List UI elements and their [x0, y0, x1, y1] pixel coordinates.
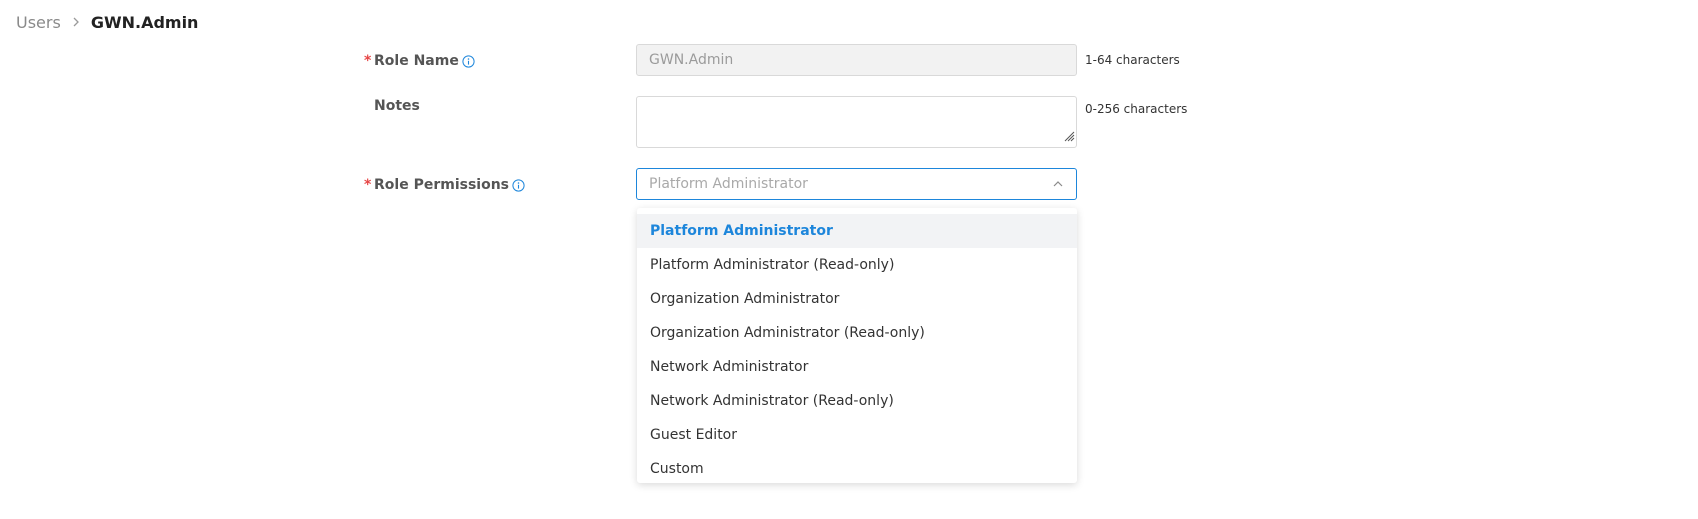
role-name-label: * Role Name: [364, 50, 475, 72]
role-permissions-label-text: Role Permissions: [374, 177, 509, 193]
role-name-hint: 1-64 characters: [1085, 53, 1180, 67]
resize-handle-icon[interactable]: [1063, 130, 1075, 146]
notes-label-text: Notes: [374, 98, 420, 114]
breadcrumb: Users GWN.Admin: [16, 11, 198, 33]
notes-textarea[interactable]: [636, 96, 1077, 148]
option-platform-administrator[interactable]: Platform Administrator: [637, 214, 1077, 248]
required-mark: *: [364, 53, 372, 69]
chevron-up-icon: [1052, 180, 1064, 188]
role-permissions-label: * Role Permissions: [364, 174, 525, 196]
notes-label: Notes: [374, 95, 420, 117]
info-icon[interactable]: [512, 178, 525, 192]
option-network-administrator[interactable]: Network Administrator: [637, 350, 1077, 384]
option-platform-administrator-read-only[interactable]: Platform Administrator (Read-only): [637, 248, 1077, 282]
breadcrumb-users-link[interactable]: Users: [16, 13, 61, 32]
role-permissions-select[interactable]: Platform Administrator: [636, 168, 1077, 200]
breadcrumb-current: GWN.Admin: [90, 12, 199, 32]
role-name-input[interactable]: GWN.Admin: [636, 44, 1077, 76]
option-organization-administrator[interactable]: Organization Administrator: [637, 282, 1077, 316]
role-permissions-dropdown: Platform Administrator Platform Administ…: [637, 208, 1077, 483]
option-organization-administrator-read-only[interactable]: Organization Administrator (Read-only): [637, 316, 1077, 350]
required-mark: *: [364, 177, 372, 193]
notes-hint: 0-256 characters: [1085, 102, 1188, 116]
info-icon[interactable]: [462, 54, 475, 68]
option-guest-editor[interactable]: Guest Editor: [637, 418, 1077, 452]
chevron-right-icon: [65, 11, 87, 33]
option-network-administrator-read-only[interactable]: Network Administrator (Read-only): [637, 384, 1077, 418]
option-custom[interactable]: Custom: [637, 452, 1077, 483]
role-permissions-placeholder: Platform Administrator: [649, 176, 808, 192]
role-name-label-text: Role Name: [374, 53, 459, 69]
